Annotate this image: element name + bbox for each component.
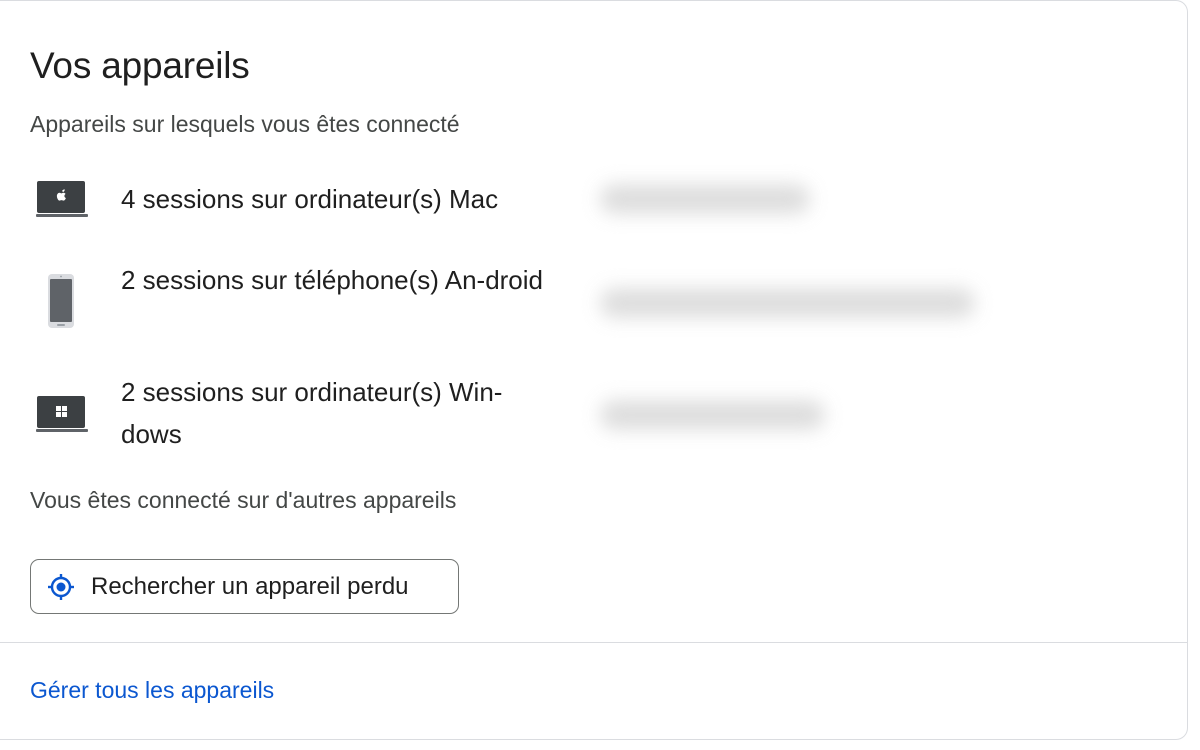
device-detail-redacted [600,288,975,318]
device-label-mac: 4 sessions sur ordinateur(s) Mac [121,184,499,214]
android-phone-icon [47,273,75,334]
find-lost-device-label: Rechercher un appareil perdu [91,572,409,600]
device-label-windows: 2 sessions sur ordinateur(s) Win-dows [121,377,503,449]
device-label-android: 2 sessions sur téléphone(s) An-droid [121,265,544,295]
mac-laptop-icon [36,180,88,223]
device-row-android[interactable]: 2 sessions sur téléphone(s) An-droid [0,253,1188,353]
device-detail-redacted [600,184,810,214]
manage-all-devices-link[interactable]: Gérer tous les appareils [30,677,274,704]
windows-laptop-icon [36,395,88,438]
device-row-mac[interactable]: 4 sessions sur ordinateur(s) Mac [0,161,1188,241]
card-divider [0,642,1187,643]
card-subtitle: Appareils sur lesquels vous êtes connect… [30,111,460,137]
find-lost-device-button[interactable]: Rechercher un appareil perdu [30,559,459,614]
device-row-windows[interactable]: 2 sessions sur ordinateur(s) Win-dows [0,365,1188,465]
device-detail-redacted [600,400,825,430]
other-devices-text: Vous êtes connecté sur d'autres appareil… [30,487,457,513]
devices-card: Vos appareils Appareils sur lesquels vou… [0,0,1188,740]
card-title: Vos appareils [30,45,250,86]
locate-target-icon [46,572,76,602]
